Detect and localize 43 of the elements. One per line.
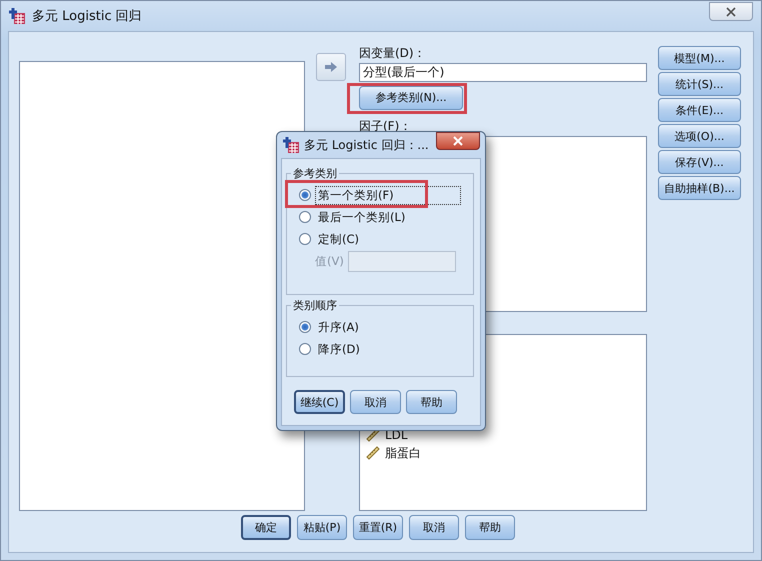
- side-button[interactable]: 统计(S)...: [658, 72, 741, 96]
- option-label[interactable]: 最后一个类别(L): [315, 208, 408, 226]
- radio-button[interactable]: [299, 321, 311, 333]
- side-button[interactable]: 模型(M)...: [658, 46, 741, 70]
- option-label[interactable]: 升序(A): [315, 318, 362, 336]
- dialog-button[interactable]: 继续(C): [294, 390, 345, 414]
- dependent-field[interactable]: 分型(最后一个): [359, 62, 647, 82]
- radio-button[interactable]: [299, 233, 311, 245]
- dialog-title: 多元 Logistic 回归：...: [304, 136, 429, 154]
- group-title: 参考类别: [291, 166, 339, 181]
- move-button[interactable]: [316, 53, 346, 81]
- field-label: 值(V): [315, 254, 344, 268]
- side-button[interactable]: 自助抽样(B)...: [658, 176, 741, 200]
- dialog-button[interactable]: 取消: [350, 390, 401, 414]
- value-field[interactable]: [348, 250, 456, 272]
- side-button[interactable]: 条件(E)...: [658, 98, 741, 122]
- close-button[interactable]: [436, 132, 480, 150]
- dialog-button[interactable]: 粘贴(P): [297, 515, 347, 540]
- app-icon: [8, 7, 26, 25]
- option-label[interactable]: 第一个类别(F): [315, 186, 461, 204]
- option-label[interactable]: 定制(C): [315, 230, 362, 248]
- side-button[interactable]: 选项(O)...: [658, 124, 741, 148]
- close-icon: [453, 136, 463, 146]
- radio-button[interactable]: [299, 343, 311, 355]
- dialog-button[interactable]: 帮助: [465, 515, 515, 540]
- arrow-icon: [324, 61, 338, 73]
- side-button[interactable]: 保存(V)...: [658, 150, 741, 174]
- app-icon: [282, 136, 300, 154]
- variable-name[interactable]: 脂蛋白: [385, 444, 421, 462]
- ruler-icon: [365, 445, 381, 461]
- close-icon: [726, 6, 736, 16]
- window-title: 多元 Logistic 回归: [32, 8, 142, 25]
- group-title: 类别顺序: [291, 298, 339, 313]
- field-label: 因变量(D)：: [359, 45, 427, 62]
- dialog-button[interactable]: 确定: [241, 515, 291, 540]
- dialog-button[interactable]: 重置(R): [353, 515, 403, 540]
- radio-button[interactable]: [299, 189, 311, 201]
- field-label: 因子(F)：: [359, 118, 412, 135]
- dialog-button[interactable]: 帮助: [406, 390, 457, 414]
- dialog-button[interactable]: 取消: [409, 515, 459, 540]
- close-button[interactable]: [709, 2, 753, 21]
- radio-button[interactable]: [299, 211, 311, 223]
- reference-category-button[interactable]: 参考类别(N)...: [359, 86, 463, 110]
